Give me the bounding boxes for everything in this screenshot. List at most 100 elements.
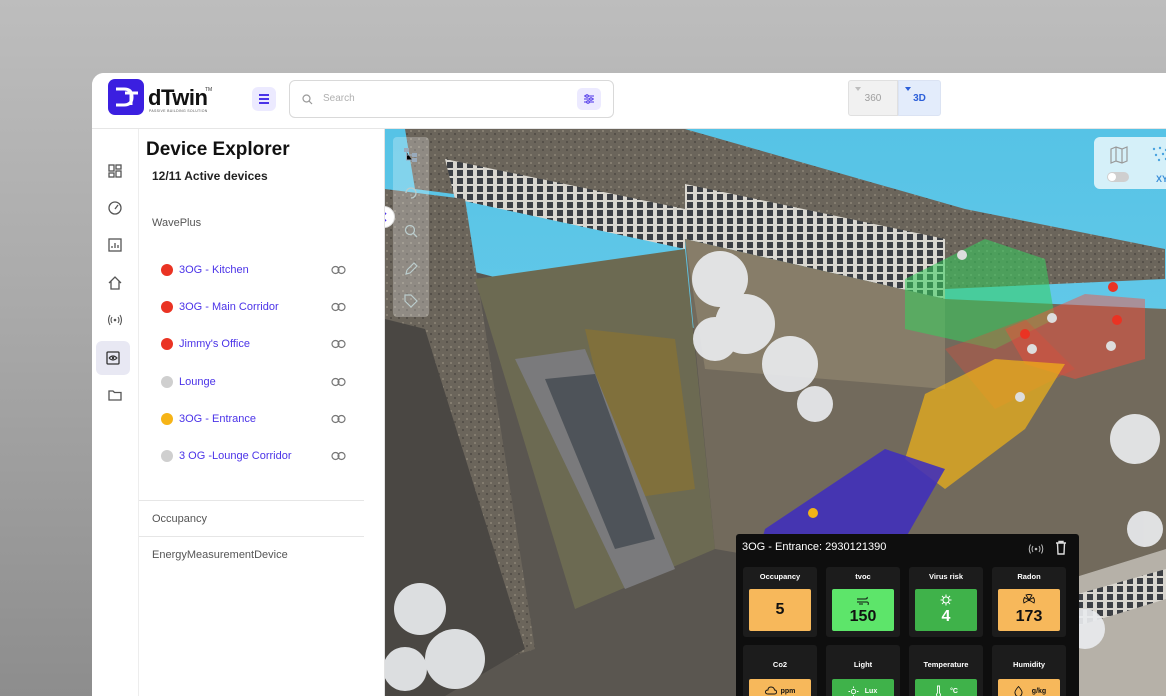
search-input[interactable]: Search	[289, 80, 614, 118]
metric-unit: g/kg	[1031, 688, 1047, 695]
view-360-button[interactable]: 360	[848, 80, 898, 116]
device-label: 3OG - Kitchen	[179, 264, 249, 276]
chart-icon	[108, 238, 122, 252]
device-label: Lounge	[179, 376, 216, 388]
metric-value: 4	[941, 608, 951, 625]
metric-label: tvoc	[855, 572, 871, 581]
zoom-icon[interactable]	[403, 223, 419, 239]
metric-tile-light[interactable]: Light Lux	[826, 645, 900, 696]
trademark: TM	[205, 87, 213, 93]
status-dot	[161, 301, 173, 313]
menu-icon-bar	[259, 98, 269, 100]
device-item[interactable]: Jimmy's Office	[161, 334, 346, 354]
rail-explorer[interactable]	[96, 341, 130, 375]
rail-gauge[interactable]	[103, 196, 127, 220]
group-energy[interactable]: EnergyMeasurementDevice	[152, 549, 288, 561]
3d-viewport[interactable]: XY 3OG - Entrance: 2930121390 Occupancy …	[385, 129, 1166, 696]
metric-label: Light	[853, 660, 873, 669]
home-icon	[108, 276, 122, 290]
trash-icon[interactable]	[1055, 540, 1067, 555]
metric-value-box: ppm	[749, 679, 811, 696]
group-occupancy[interactable]: Occupancy	[152, 513, 207, 525]
divider	[139, 536, 364, 537]
metric-tile-occupancy[interactable]: Occupancy 5	[743, 567, 817, 637]
hierarchy-icon[interactable]	[403, 147, 419, 163]
divider	[139, 500, 364, 501]
metric-value: 150	[849, 608, 877, 625]
coordinate-mode-label[interactable]: XY	[1156, 174, 1166, 184]
group-waveplus[interactable]: WavePlus	[152, 217, 201, 229]
map-icon[interactable]	[1109, 145, 1129, 165]
view-3d-label: 3D	[913, 93, 926, 104]
dashboard-icon	[108, 164, 122, 178]
link-icon[interactable]	[331, 414, 346, 424]
rail-home[interactable]	[103, 271, 127, 295]
device-item[interactable]: 3OG - Main Corridor	[161, 297, 346, 317]
rail-sensors[interactable]	[103, 308, 127, 332]
status-dot	[161, 338, 173, 350]
device-label: 3 OG -Lounge Corridor	[179, 450, 292, 462]
folder-icon	[108, 390, 122, 401]
link-icon[interactable]	[331, 265, 346, 275]
tag-icon[interactable]	[403, 293, 419, 309]
brand-tagline: PASSIVE BUILDING SOLUTION	[149, 109, 208, 113]
device-label: Jimmy's Office	[179, 338, 250, 350]
metric-value-box: °C	[915, 679, 977, 696]
rail-reports[interactable]	[103, 233, 127, 257]
caret-icon	[855, 87, 861, 91]
rotate-icon[interactable]	[403, 185, 419, 201]
point-cloud-icon[interactable]	[1150, 145, 1166, 165]
metric-value-box: 4	[915, 589, 977, 631]
metric-tile-humidity[interactable]: Humidity g/kg	[992, 645, 1066, 696]
page-title: Device Explorer	[146, 139, 290, 160]
menu-icon-bar	[259, 102, 269, 104]
metric-value-box: g/kg	[998, 679, 1060, 696]
metric-tile-radon[interactable]: Radon 173	[992, 567, 1066, 637]
metric-label: Temperature	[923, 660, 969, 669]
rail-dashboard[interactable]	[103, 159, 127, 183]
app-window: dTwin TM PASSIVE BUILDING SOLUTION Searc…	[92, 73, 1166, 696]
link-icon[interactable]	[331, 302, 346, 312]
toggle-knob	[1108, 173, 1116, 181]
metric-label: Virus risk	[928, 572, 964, 581]
view-3d-button[interactable]: 3D	[898, 80, 941, 116]
link-icon[interactable]	[331, 339, 346, 349]
filter-button[interactable]	[577, 88, 601, 110]
metric-tile-co2[interactable]: Co2 ppm	[743, 645, 817, 696]
metric-label: Radon	[1017, 572, 1041, 581]
metric-value-box: 173	[998, 589, 1060, 631]
device-item[interactable]: Lounge	[161, 372, 346, 392]
eye-screen-icon	[106, 351, 120, 365]
metric-label: Occupancy	[759, 572, 801, 581]
sensor-popup: 3OG - Entrance: 2930121390 Occupancy 5 t…	[736, 534, 1079, 696]
rail-files[interactable]	[103, 383, 127, 407]
pencil-icon[interactable]	[403, 261, 419, 277]
device-label: 3OG - Entrance	[179, 413, 257, 425]
broadcast-icon	[107, 314, 123, 326]
metric-unit: ppm	[780, 688, 796, 695]
metric-tile-tvoc[interactable]: tvoc 150	[826, 567, 900, 637]
metric-tile-temperature[interactable]: Temperature °C	[909, 645, 983, 696]
metric-tile-virus-risk[interactable]: Virus risk 4	[909, 567, 983, 637]
device-explorer-panel: Device Explorer 12/11 Active devices Wav…	[138, 129, 385, 696]
chevron-left-icon	[385, 212, 387, 222]
active-device-count: 12/11 Active devices	[152, 169, 268, 183]
left-rail	[92, 129, 138, 696]
metric-value-box: Lux	[832, 679, 894, 696]
metric-value: 173	[1015, 608, 1043, 625]
status-dot	[161, 450, 173, 462]
caret-icon	[905, 87, 911, 91]
metric-unit: °C	[950, 688, 958, 695]
device-item[interactable]: 3OG - Kitchen	[161, 260, 346, 280]
device-item[interactable]: 3 OG -Lounge Corridor	[161, 446, 346, 466]
link-icon[interactable]	[331, 451, 346, 461]
radon-icon	[1023, 594, 1035, 604]
logo	[108, 79, 144, 115]
broadcast-icon[interactable]	[1028, 544, 1044, 554]
menu-button[interactable]	[252, 87, 276, 111]
gauge-icon	[108, 201, 122, 215]
link-icon[interactable]	[331, 377, 346, 387]
popup-title: 3OG - Entrance: 2930121390	[742, 541, 887, 553]
device-item[interactable]: 3OG - Entrance	[161, 409, 346, 429]
layer-toggle[interactable]	[1107, 172, 1129, 182]
